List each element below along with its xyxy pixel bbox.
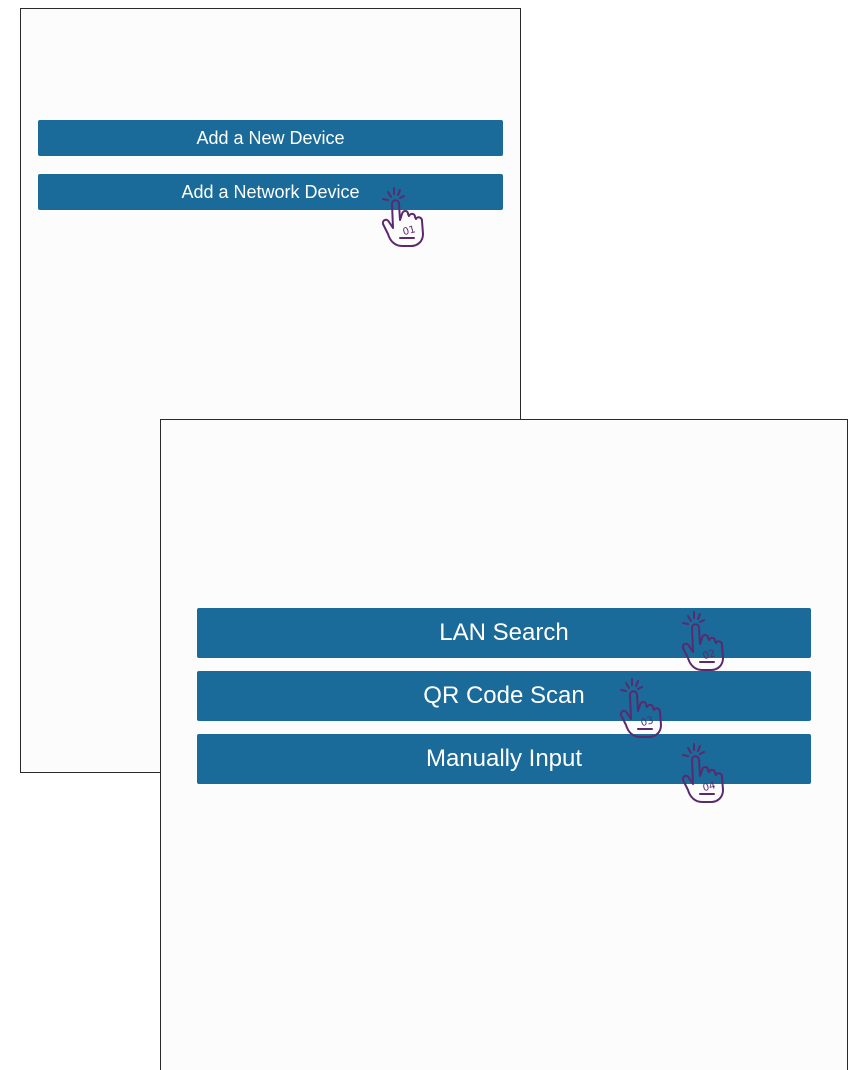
network-device-method-screen: LAN Search QR Code Scan Manually Input (160, 419, 848, 1070)
lan-search-button[interactable]: LAN Search (197, 608, 811, 658)
tutorial-canvas: Add a New Device Add a Network Device LA… (0, 0, 855, 1070)
add-network-device-button[interactable]: Add a Network Device (38, 174, 503, 210)
qr-code-scan-button[interactable]: QR Code Scan (197, 671, 811, 721)
add-new-device-button[interactable]: Add a New Device (38, 120, 503, 156)
manually-input-button[interactable]: Manually Input (197, 734, 811, 784)
